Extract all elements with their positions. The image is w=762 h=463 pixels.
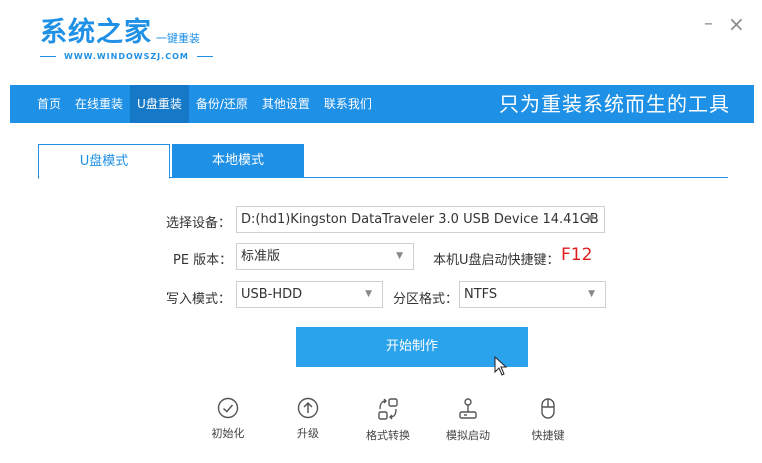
convert-icon (378, 398, 398, 420)
chevron-down-icon: ▼ (365, 289, 372, 299)
tool-upgrade[interactable]: 升级 (278, 397, 338, 441)
nav-item-home[interactable]: 首页 (30, 85, 68, 123)
pe-version-select[interactable]: 标准版 ▼ (236, 243, 414, 270)
pe-version-value: 标准版 (241, 249, 281, 264)
logo-divider (40, 56, 56, 57)
main-nav: 首页 在线重装 U盘重装 备份/还原 其他设置 联系我们 只为重装系统而生的工具 (10, 85, 754, 123)
mouse-cursor-icon (494, 356, 508, 376)
logo-url: WWW.WINDOWSZJ.COM (64, 52, 189, 61)
tab-usb-mode[interactable]: U盘模式 (38, 144, 170, 179)
partition-format-label: 分区格式： (393, 292, 459, 307)
boot-hotkey-label: 本机U盘启动快捷键： (433, 253, 560, 268)
minimize-button[interactable]: – (704, 14, 713, 34)
nav-item-backup-restore[interactable]: 备份/还原 (189, 85, 255, 123)
tool-upgrade-label: 升级 (297, 427, 319, 440)
check-circle-icon (217, 397, 239, 419)
nav-item-contact[interactable]: 联系我们 (317, 85, 379, 123)
tool-hotkey[interactable]: 快捷键 (518, 397, 578, 443)
mode-tabs: U盘模式 本地模式 (38, 144, 728, 179)
tool-hotkey-label: 快捷键 (531, 429, 565, 442)
partition-format-value: NTFS (464, 287, 498, 302)
write-mode-value: USB-HDD (241, 287, 303, 302)
write-mode-label: 写入模式： (166, 292, 232, 307)
close-button[interactable]: × (728, 14, 745, 34)
boot-hotkey-value: F12 (561, 245, 593, 265)
tool-simulate-boot[interactable]: 模拟启动 (438, 397, 498, 443)
chevron-down-icon: ▼ (396, 251, 403, 261)
nav-item-online-reinstall[interactable]: 在线重装 (68, 85, 130, 123)
partition-format-select[interactable]: NTFS ▼ (459, 281, 606, 308)
chevron-down-icon: ▼ (587, 214, 594, 224)
tool-initialize[interactable]: 初始化 (198, 397, 258, 441)
logo-tagline: 一键重装 (156, 32, 200, 45)
device-select[interactable]: D:(hd1)Kingston DataTraveler 3.0 USB Dev… (236, 206, 605, 233)
pe-version-label: PE 版本： (173, 253, 233, 268)
joystick-icon (459, 398, 477, 419)
arrow-up-circle-icon (297, 397, 319, 419)
nav-slogan: 只为重装系统而生的工具 (499, 92, 730, 116)
tool-simulate-boot-label: 模拟启动 (446, 429, 490, 442)
tool-format-convert-label: 格式转换 (366, 429, 410, 442)
nav-item-usb-reinstall[interactable]: U盘重装 (130, 85, 189, 123)
mouse-icon (541, 398, 555, 419)
tool-initialize-label: 初始化 (211, 427, 245, 440)
nav-item-other-settings[interactable]: 其他设置 (255, 85, 317, 123)
logo-divider (196, 56, 213, 57)
app-logo: 系统之家 一键重装 WWW.WINDOWSZJ.COM (40, 16, 213, 61)
logo-title: 系统之家 (40, 17, 152, 48)
tool-format-convert[interactable]: 格式转换 (358, 397, 418, 443)
chevron-down-icon: ▼ (588, 289, 595, 299)
tab-local-mode[interactable]: 本地模式 (172, 144, 304, 178)
device-label: 选择设备： (166, 216, 232, 231)
write-mode-select[interactable]: USB-HDD ▼ (236, 281, 383, 308)
device-select-value: D:(hd1)Kingston DataTraveler 3.0 USB Dev… (241, 212, 599, 227)
